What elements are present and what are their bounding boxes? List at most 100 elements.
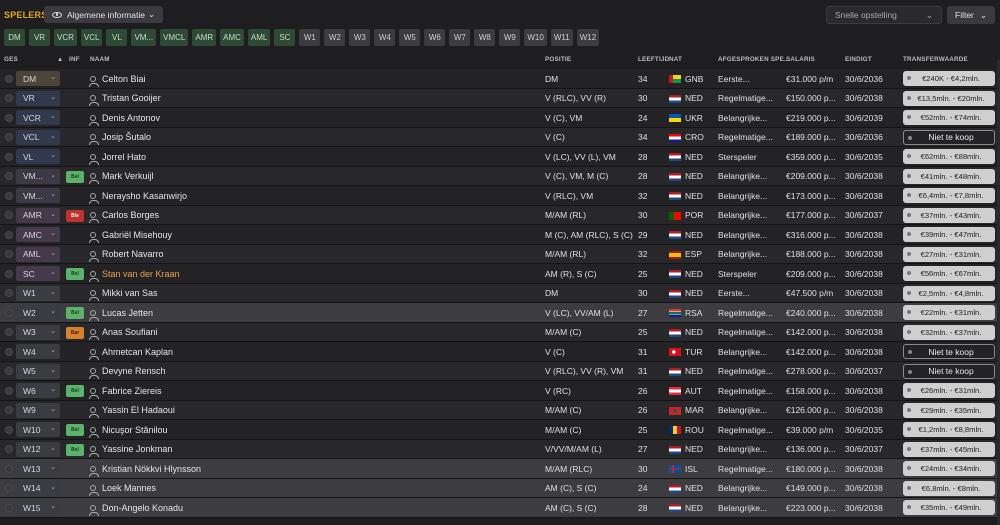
transfer-value-button[interactable]: €2,5mln. - €4,8mln.	[903, 285, 995, 301]
player-name-link[interactable]: Josip Šutalo	[102, 128, 151, 148]
status-badge[interactable]: Bel	[66, 307, 84, 319]
transfer-value-button[interactable]: €6,4mln. - €7,8mln.	[903, 188, 995, 203]
player-name-link[interactable]: Don-Angelo Konadu	[102, 498, 183, 518]
position-slot-dropdown[interactable]: W15 ⌄	[16, 500, 60, 515]
transfer-value-button[interactable]: €26mln. - €31mln.	[903, 383, 995, 398]
transfer-value-button[interactable]: €32mln. - €37mln.	[903, 324, 995, 340]
table-row[interactable]: W5 ⌄ Devyne Rensch V (RLC), VV (R), VM 31 NED…	[0, 361, 1000, 382]
table-row[interactable]: AMR ⌄ Ble Carlos Borges M/AM (RL) 30 POR Belang…	[0, 205, 1000, 225]
player-name-link[interactable]: Mikki van Sas	[102, 284, 158, 304]
position-chip[interactable]: W6	[424, 29, 446, 46]
position-slot-dropdown[interactable]: AMR ⌄	[16, 207, 60, 223]
position-slot-dropdown[interactable]: AML ⌄	[16, 246, 60, 262]
column-header-ges[interactable]: GES	[4, 56, 18, 63]
player-name-link[interactable]: Fabrice Ziereis	[102, 381, 162, 401]
position-chip[interactable]: W5	[399, 29, 421, 46]
position-chip[interactable]: W10	[524, 29, 547, 46]
position-chip[interactable]: AML	[247, 29, 271, 46]
table-row[interactable]: VCR ⌄ Denis Antonov V (C), VM 24 UKR Belangrij…	[0, 108, 1000, 128]
position-chip[interactable]: W9	[499, 29, 521, 46]
position-chip[interactable]: W7	[449, 29, 471, 46]
table-row[interactable]: W2 ⌄ Bel Lucas Jetten V (LC), VV/AM (L) 27 RSA…	[0, 303, 1000, 323]
position-chip[interactable]: W3	[349, 29, 371, 46]
table-row[interactable]: W14 ⌄ Loek Mannes AM (C), S (C) 24 NED Belangr…	[0, 478, 1000, 499]
column-header-leeftijd[interactable]: LEEFTIJD	[638, 56, 669, 63]
transfer-value-button[interactable]: €240K - €4,2mln.	[903, 71, 995, 86]
position-chip[interactable]: W4	[374, 29, 396, 46]
filter-button[interactable]: Filter ⌄	[947, 6, 995, 24]
status-badge[interactable]: Bel	[66, 443, 84, 456]
view-selector-button[interactable]: Algemene informatie ⌄	[44, 6, 163, 23]
player-name-link[interactable]: Gabriël Misehouy	[102, 225, 172, 245]
player-name-link[interactable]: Anas Soufiani	[102, 323, 158, 343]
position-chip[interactable]: W2	[324, 29, 346, 46]
table-row[interactable]: W9 ⌄ Yassin El Hadaoui M/AM (C) 26 MAR Belangr…	[0, 400, 1000, 421]
player-name-link[interactable]: Devyne Rensch	[102, 362, 166, 382]
selection-radio[interactable]	[5, 269, 13, 278]
position-slot-dropdown[interactable]: W6 ⌄	[16, 383, 60, 398]
status-badge[interactable]: Bel	[66, 385, 84, 397]
transfer-value-button[interactable]: Niet te koop	[903, 344, 995, 359]
position-slot-dropdown[interactable]: W3 ⌄	[16, 324, 60, 340]
player-name-link[interactable]: Neraysho Kasanwirjo	[102, 186, 187, 206]
transfer-value-button[interactable]: €37mln. - €43mln.	[903, 207, 995, 223]
selection-radio[interactable]	[5, 484, 13, 492]
column-header-salaris[interactable]: SALARIS	[786, 56, 815, 63]
position-chip[interactable]: VCR	[54, 29, 77, 46]
position-chip[interactable]: W1	[299, 29, 321, 46]
position-chip[interactable]: VM...	[131, 29, 157, 46]
player-name-link[interactable]: Loek Mannes	[102, 479, 156, 499]
position-slot-dropdown[interactable]: W12 ⌄	[16, 441, 60, 457]
player-name-link[interactable]: Denis Antonov	[102, 108, 160, 128]
transfer-value-button[interactable]: €35mln. - €49mln.	[903, 500, 995, 515]
position-chip[interactable]: AMC	[220, 29, 244, 46]
position-slot-dropdown[interactable]: DM ⌄	[16, 71, 60, 86]
transfer-value-button[interactable]: €1,2mln. - €8,8mln.	[903, 422, 995, 437]
column-header-transferwaarde[interactable]: TRANSFERWAARDE	[903, 56, 968, 63]
player-name-link[interactable]: Robert Navarro	[102, 245, 164, 265]
column-header-afgesproken[interactable]: AFGESPROKEN SPE...	[718, 56, 790, 63]
player-name-link[interactable]: Yassin El Hadaoui	[102, 401, 175, 421]
transfer-value-button[interactable]: €27mln. - €31mln.	[903, 246, 995, 262]
position-chip[interactable]: W8	[474, 29, 496, 46]
table-row[interactable]: W6 ⌄ Bel Fabrice Ziereis V (RC) 26 AUT Regelmat…	[0, 381, 1000, 401]
position-slot-dropdown[interactable]: AMC ⌄	[16, 227, 60, 242]
position-slot-dropdown[interactable]: W9 ⌄	[16, 402, 60, 418]
table-row[interactable]: VM... ⌄ Neraysho Kasanwirjo V (RLC), VM 32 NE…	[0, 186, 1000, 206]
selection-radio[interactable]	[5, 328, 13, 336]
transfer-value-button[interactable]: €39mln. - €47mln.	[903, 227, 995, 242]
column-header-naam[interactable]: NAAM	[90, 56, 110, 63]
position-slot-dropdown[interactable]: SC ⌄	[16, 266, 60, 281]
table-row[interactable]: W4 ⌄ Ahmetcan Kaplan V (C) 31 TUR Belangrijke.…	[0, 342, 1000, 362]
position-slot-dropdown[interactable]: W10 ⌄	[16, 422, 60, 437]
table-row[interactable]: VL ⌄ Jorrel Hato V (LC), VV (L), VM 28 NED Ste…	[0, 147, 1000, 167]
player-name-link[interactable]: Ahmetcan Kaplan	[102, 342, 173, 362]
table-row[interactable]: W13 ⌄ Kristian Nökkvi Hlynsson M/AM (RLC) 30…	[0, 459, 1000, 479]
selection-radio[interactable]	[5, 386, 13, 395]
position-slot-dropdown[interactable]: VL ⌄	[16, 149, 60, 164]
column-header-nat[interactable]: NAT	[669, 56, 682, 63]
table-row[interactable]: W3 ⌄ Bar Anas Soufiani M/AM (C) 25 NED Regelmat…	[0, 322, 1000, 343]
transfer-value-button[interactable]: Niet te koop	[903, 129, 995, 145]
selection-radio[interactable]	[5, 172, 13, 180]
player-name-link[interactable]: Tristan Gooijer	[102, 89, 161, 109]
position-chip[interactable]: VMCL	[160, 29, 189, 46]
selection-radio[interactable]	[5, 74, 13, 83]
player-name-link[interactable]: Stan van der Kraan	[102, 264, 180, 284]
table-row[interactable]: W10 ⌄ Bel Nicuşor Stănilou M/AM (C) 25 ROU Rege…	[0, 420, 1000, 440]
table-row[interactable]: W1 ⌄ Mikki van Sas DM 30 NED Eerste... €47.500 …	[0, 283, 1000, 304]
table-row[interactable]: AML ⌄ Robert Navarro M/AM (RL) 32 ESP Belangri…	[0, 244, 1000, 265]
player-name-link[interactable]: Lucas Jetten	[102, 303, 153, 323]
transfer-value-button[interactable]: €56mln. - €67mln.	[903, 266, 995, 281]
selection-radio[interactable]	[5, 503, 13, 512]
position-slot-dropdown[interactable]: W1 ⌄	[16, 285, 60, 301]
table-row[interactable]: VR ⌄ Tristan Gooijer V (RLC), VV (R) 30 NED Re…	[0, 88, 1000, 109]
position-slot-dropdown[interactable]: VM... ⌄	[16, 188, 60, 203]
selection-radio[interactable]	[5, 445, 13, 453]
selection-radio[interactable]	[5, 406, 13, 414]
selection-radio[interactable]	[5, 289, 13, 297]
transfer-value-button[interactable]: €62mln. - €88mln.	[903, 149, 995, 164]
player-name-link[interactable]: Nicuşor Stănilou	[102, 420, 168, 440]
position-slot-dropdown[interactable]: W4 ⌄	[16, 344, 60, 359]
position-slot-dropdown[interactable]: W13 ⌄	[16, 461, 60, 476]
